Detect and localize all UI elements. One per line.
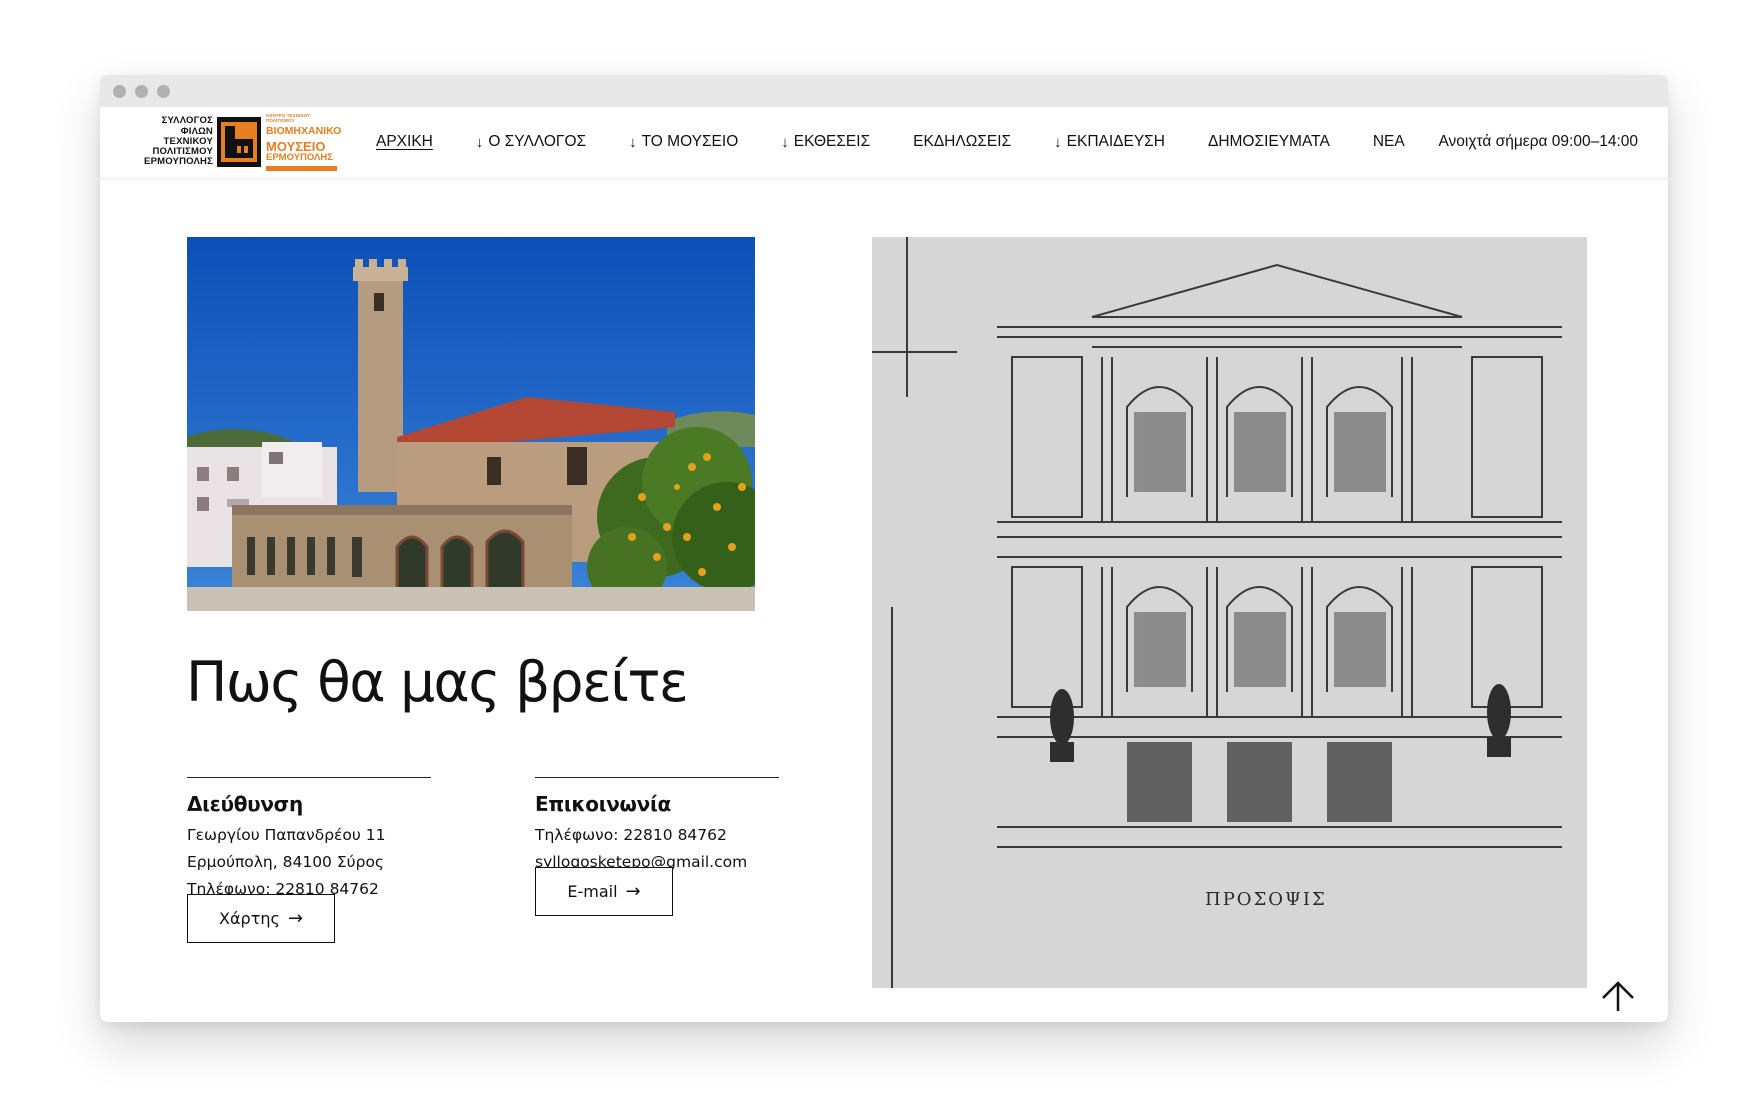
nav-item-publications[interactable]: ΔΗΜΟΣΙΕΥΜΑΤΑ bbox=[1208, 133, 1330, 151]
site-logo[interactable]: ΣΥΛΛΟΓΟΣ ΦΙΛΩΝ ΤΕΧΝΙΚΟΥ ΠΟΛΙΤΙΣΜΟΥ ΕΡΜΟΥ… bbox=[130, 113, 342, 171]
browser-window: ΣΥΛΛΟΓΟΣ ΦΙΛΩΝ ΤΕΧΝΙΚΟΥ ΠΟΛΙΤΙΣΜΟΥ ΕΡΜΟΥ… bbox=[100, 75, 1668, 1022]
nav-item-news[interactable]: ΝΕΑ bbox=[1373, 133, 1405, 151]
sketch-caption: ΠΡΟΣΟΨΙΣ bbox=[1205, 889, 1327, 910]
nav-item-association[interactable]: ↓ Ο ΣΥΛΛΟΓΟΣ bbox=[476, 133, 586, 151]
address-section: Διεύθυνση Γεωργίου Παπανδρέου 11 Ερμούπο… bbox=[187, 777, 431, 903]
window-control-dot[interactable] bbox=[113, 84, 126, 98]
email-button-label: E-mail bbox=[567, 882, 618, 901]
section-divider bbox=[535, 777, 779, 778]
nav-item-label: Ο ΣΥΛΛΟΓΟΣ bbox=[488, 133, 587, 150]
nav-item-museum[interactable]: ↓ ΤΟ ΜΟΥΣΕΙΟ bbox=[629, 133, 738, 151]
nav-item-label: ΕΚΘΕΣΕΙΣ bbox=[793, 133, 871, 150]
section-divider bbox=[187, 777, 431, 778]
logo-tagline: ΚΕΝΤΡΟ ΤΕΧΝΙΚΟΥ ΠΟΛΙΤΙΣΜΟΥ bbox=[266, 113, 311, 123]
main-content: ΠΡΟΣΟΨΙΣ Πως θα μας βρείτε Διεύθυνση Γεω… bbox=[100, 177, 1668, 1022]
arrow-down-icon: ↓ bbox=[475, 133, 484, 151]
nav-item-events[interactable]: ΕΚΔΗΛΩΣΕΙΣ bbox=[913, 133, 1011, 151]
museum-building-photo bbox=[187, 237, 755, 611]
logo-museum-line: ΒΙΟΜΗΧΑΝΙΚΟ bbox=[266, 125, 342, 137]
window-titlebar bbox=[100, 75, 1668, 107]
nav-item-label: ΕΚΔΗΛΩΣΕΙΣ bbox=[913, 133, 1012, 150]
window-control-dot[interactable] bbox=[135, 84, 148, 98]
nav-item-home[interactable]: ΑΡΧΙΚΗ bbox=[376, 133, 433, 151]
contact-section: Επικοινωνία Τηλέφωνο: 22810 84762 syllog… bbox=[535, 777, 779, 876]
main-nav: ΑΡΧΙΚΗ ↓ Ο ΣΥΛΛΟΓΟΣ ↓ ΤΟ ΜΟΥΣΕΙΟ ↓ ΕΚΘΕΣ… bbox=[376, 133, 1405, 151]
site-header: ΣΥΛΛΟΓΟΣ ΦΙΛΩΝ ΤΕΧΝΙΚΟΥ ΠΟΛΙΤΙΣΜΟΥ ΕΡΜΟΥ… bbox=[100, 107, 1668, 177]
address-text: Γεωργίου Παπανδρέου 11 Ερμούπολη, 84100 … bbox=[187, 826, 386, 898]
contact-title: Επικοινωνία bbox=[535, 792, 671, 816]
facade-sketch-image: ΠΡΟΣΟΨΙΣ bbox=[872, 237, 1587, 988]
email-button[interactable]: E-mail → bbox=[535, 867, 673, 916]
arrow-up-icon bbox=[1602, 981, 1634, 1011]
arrow-down-icon: ↓ bbox=[1054, 133, 1062, 151]
window-control-dot[interactable] bbox=[157, 84, 170, 98]
arrow-down-icon: ↓ bbox=[629, 133, 637, 151]
arrow-right-icon: → bbox=[287, 907, 303, 929]
nav-item-education[interactable]: ↓ ΕΚΠΑΙΔΕΥΣΗ bbox=[1054, 133, 1165, 151]
logo-text-line: ΕΡΜΟΥΠΟΛΗΣ bbox=[144, 156, 213, 168]
nav-item-label: ΑΡΧΙΚΗ bbox=[376, 133, 433, 150]
nav-item-label: ΝΕΑ bbox=[1372, 133, 1405, 150]
nav-item-exhibitions[interactable]: ↓ ΕΚΘΕΣΕΙΣ bbox=[781, 133, 870, 151]
arrow-down-icon: ↓ bbox=[781, 133, 789, 151]
logo-association-name: ΣΥΛΛΟΓΟΣ ΦΙΛΩΝ ΤΕΧΝΙΚΟΥ ΠΟΛΙΤΙΣΜΟΥ ΕΡΜΟΥ… bbox=[130, 116, 217, 167]
logo-museum-line: ΕΡΜΟΥΠΟΛΗΣ bbox=[266, 152, 333, 163]
nav-item-label: ΔΗΜΟΣΙΕΥΜΑΤΑ bbox=[1207, 133, 1330, 150]
logo-building-mark bbox=[217, 117, 261, 167]
scroll-to-top-button[interactable] bbox=[1600, 977, 1636, 1013]
logo-museum-name: ΚΕΝΤΡΟ ΤΕΧΝΙΚΟΥ ΠΟΛΙΤΙΣΜΟΥ ΒΙΟΜΗΧΑΝΙΚΟ Μ… bbox=[261, 113, 342, 171]
map-button[interactable]: Χάρτης → bbox=[187, 894, 335, 943]
page-title: Πως θα μας βρείτε bbox=[186, 650, 689, 714]
address-title: Διεύθυνση bbox=[187, 792, 303, 816]
nav-item-label: ΕΚΠΑΙΔΕΥΣΗ bbox=[1066, 133, 1165, 150]
map-button-label: Χάρτης bbox=[219, 909, 280, 928]
nav-item-label: ΤΟ ΜΟΥΣΕΙΟ bbox=[641, 133, 739, 150]
arrow-right-icon: → bbox=[625, 880, 641, 902]
open-hours-text: Ανοιχτά σήμερα 09:00–14:00 bbox=[1438, 133, 1639, 150]
logo-underline bbox=[266, 166, 337, 171]
